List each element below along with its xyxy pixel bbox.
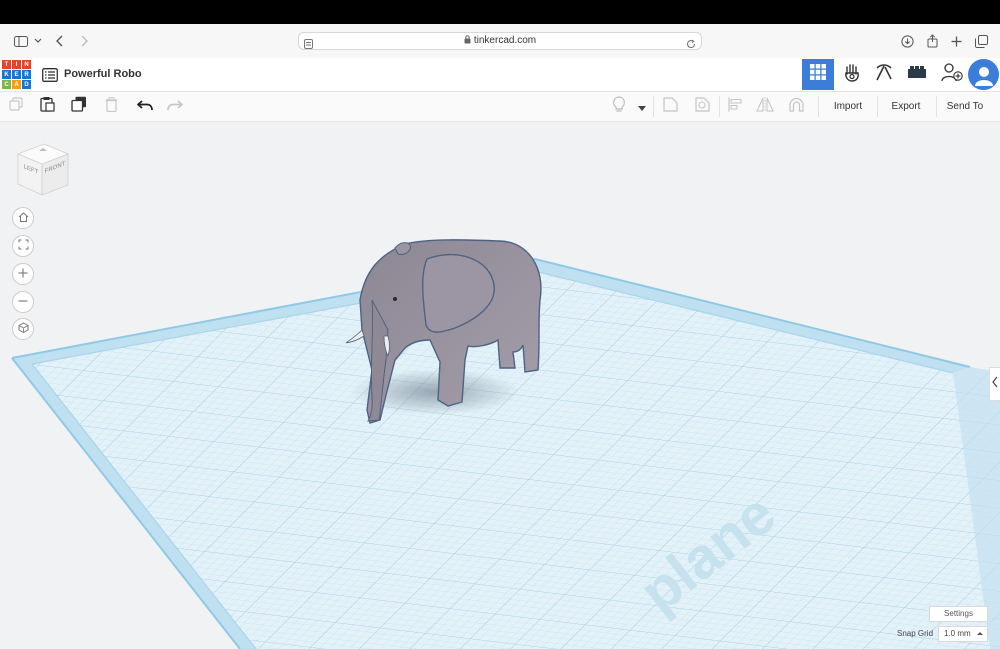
redo-button[interactable] bbox=[164, 92, 186, 121]
magnet-icon bbox=[788, 97, 805, 117]
caret-down-icon bbox=[638, 98, 646, 116]
pickaxe-icon bbox=[874, 62, 894, 87]
home-icon bbox=[18, 209, 29, 227]
duplicate-button[interactable] bbox=[68, 92, 90, 121]
toolbar-divider bbox=[877, 96, 878, 117]
hand-icon bbox=[842, 62, 862, 87]
design-title[interactable]: Powerful Robo bbox=[64, 58, 142, 91]
reload-icon[interactable] bbox=[686, 36, 696, 54]
align-icon bbox=[728, 97, 742, 117]
logo-letter: I bbox=[12, 60, 21, 69]
light-dropdown[interactable] bbox=[634, 92, 650, 121]
url-display: tinkercad.com bbox=[299, 33, 701, 49]
plus-icon bbox=[18, 265, 28, 283]
back-icon[interactable] bbox=[52, 24, 68, 58]
settings-button[interactable]: Settings bbox=[929, 606, 988, 622]
cruise-button[interactable] bbox=[785, 92, 807, 121]
hole-button[interactable] bbox=[691, 92, 713, 121]
status-strip bbox=[0, 0, 1000, 24]
lock-icon bbox=[464, 34, 471, 50]
fit-icon bbox=[18, 237, 29, 255]
view-cube[interactable]: LEFT FRONT bbox=[14, 140, 70, 198]
chevron-down-icon[interactable] bbox=[32, 24, 44, 58]
avatar[interactable] bbox=[968, 59, 999, 90]
chevron-left-icon bbox=[992, 375, 998, 393]
address-bar[interactable]: tinkercad.com bbox=[298, 32, 702, 50]
toolbar-divider bbox=[936, 96, 937, 117]
tools-button[interactable] bbox=[868, 59, 900, 90]
perspective-button[interactable] bbox=[12, 318, 34, 340]
invite-button[interactable] bbox=[936, 59, 968, 90]
logo-letter: C bbox=[2, 80, 11, 89]
snap-grid-label: Snap Grid bbox=[897, 629, 934, 638]
new-tab-icon[interactable] bbox=[948, 24, 964, 58]
lightbulb-icon bbox=[612, 95, 626, 118]
3d-viewport[interactable]: plane LEFT FRONT Settings Snap Grid 1.0 … bbox=[0, 122, 1000, 649]
tinkercad-logo[interactable]: T I N K E R C A D bbox=[2, 60, 31, 89]
mirror-icon bbox=[756, 96, 774, 117]
browser-bar: tinkercad.com bbox=[0, 24, 1000, 59]
snap-grid-select[interactable]: 1.0 mm bbox=[938, 626, 988, 642]
home-view-button[interactable] bbox=[12, 207, 34, 229]
hole-icon bbox=[694, 96, 710, 117]
duplicate-icon bbox=[71, 96, 87, 117]
designs-list-icon[interactable] bbox=[34, 59, 66, 90]
3d-design-view-button[interactable] bbox=[802, 59, 834, 90]
zoom-in-button[interactable] bbox=[12, 263, 34, 285]
delete-button[interactable] bbox=[100, 92, 122, 121]
workplane-scene[interactable]: plane bbox=[0, 122, 1000, 649]
share-icon[interactable] bbox=[924, 24, 940, 58]
clipboard-icon bbox=[39, 96, 55, 117]
export-button[interactable]: Export bbox=[881, 92, 931, 121]
copy-icon bbox=[9, 97, 23, 116]
forward-icon[interactable] bbox=[76, 24, 92, 58]
caret-up-icon bbox=[977, 627, 983, 646]
paste-button[interactable] bbox=[36, 92, 58, 121]
zoom-out-button[interactable] bbox=[12, 291, 34, 313]
grid-icon bbox=[810, 64, 826, 85]
snap-grid-value: 1.0 mm bbox=[944, 629, 971, 638]
logo-letter: E bbox=[12, 70, 21, 79]
edit-toolbar: Import Export Send To bbox=[0, 92, 1000, 122]
align-button[interactable] bbox=[724, 92, 746, 121]
logo-letter: K bbox=[2, 70, 11, 79]
light-button[interactable] bbox=[608, 92, 630, 121]
panel-collapse-tab[interactable] bbox=[989, 367, 1000, 401]
perspective-icon bbox=[18, 320, 29, 338]
tabs-icon[interactable] bbox=[973, 24, 989, 58]
shape-button[interactable] bbox=[659, 92, 681, 121]
toolbar-divider bbox=[818, 96, 819, 117]
redo-icon bbox=[167, 98, 183, 116]
copy-button[interactable] bbox=[6, 92, 26, 121]
undo-icon bbox=[137, 98, 153, 116]
trash-icon bbox=[105, 96, 118, 117]
logo-letter: R bbox=[22, 70, 31, 79]
send-to-button[interactable]: Send To bbox=[940, 92, 990, 121]
minus-icon bbox=[18, 293, 28, 311]
logo-letter: N bbox=[22, 60, 31, 69]
add-user-icon bbox=[941, 62, 963, 87]
shape-icon bbox=[662, 96, 678, 117]
brick-icon bbox=[907, 65, 927, 84]
undo-button[interactable] bbox=[134, 92, 156, 121]
logo-letter: D bbox=[22, 80, 31, 89]
toolbar-divider bbox=[653, 96, 654, 117]
logo-letter: T bbox=[2, 60, 11, 69]
fit-view-button[interactable] bbox=[12, 235, 34, 257]
toolbar-divider bbox=[719, 96, 720, 117]
logo-letter: A bbox=[12, 80, 21, 89]
url-text: tinkercad.com bbox=[473, 35, 537, 46]
lego-bricks-button[interactable] bbox=[901, 59, 933, 90]
sidebar-icon[interactable] bbox=[12, 24, 30, 58]
blocks-button[interactable] bbox=[836, 59, 868, 90]
mirror-button[interactable] bbox=[754, 92, 776, 121]
app-header: T I N K E R C A D Powerful Robo bbox=[0, 58, 1000, 92]
download-icon[interactable] bbox=[899, 24, 915, 58]
import-button[interactable]: Import bbox=[823, 92, 873, 121]
